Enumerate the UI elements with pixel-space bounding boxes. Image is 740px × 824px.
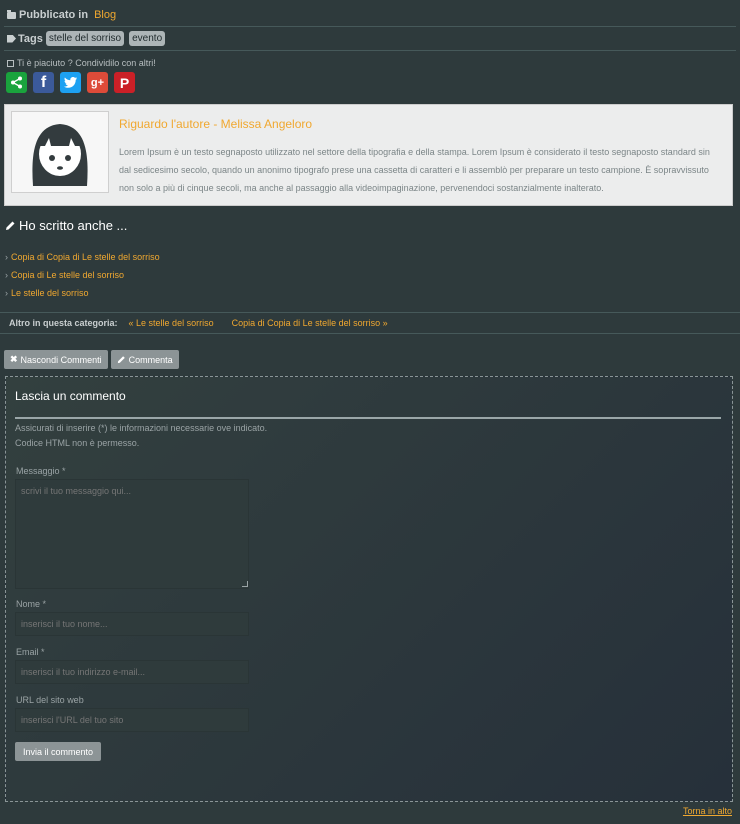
also-written-title: Ho scritto anche ... [5, 218, 127, 233]
back-to-top-link[interactable]: Torna in alto [683, 806, 732, 816]
share-icon [11, 76, 22, 89]
twitter-button[interactable] [60, 72, 81, 93]
tags-row: Tags stelle del sorriso evento [0, 27, 740, 50]
message-label: Messaggio * [16, 466, 66, 476]
tags-label: Tags [18, 32, 43, 45]
pencil-icon [117, 356, 125, 364]
facebook-button[interactable]: f [33, 72, 54, 93]
email-label: Email * [16, 647, 45, 657]
form-divider [15, 417, 721, 419]
google-plus-icon: g+ [90, 76, 105, 89]
author-avatar [11, 111, 109, 193]
form-note: Assicurati di inserire (*) le informazio… [15, 423, 268, 433]
author-title[interactable]: Riguardo l'autore - Melissa Angeloro [119, 117, 722, 131]
share-label: Ti è piaciuto ? Condividilo con altri! [17, 58, 156, 68]
published-row: Pubblicato in Blog [0, 0, 740, 26]
category-nav-label: Altro in questa categoria: [9, 318, 118, 328]
folder-icon [7, 9, 16, 19]
hide-comments-button[interactable]: ✖ Nascondi Commenti [4, 350, 108, 369]
avatar-icon [32, 124, 88, 186]
author-description: Lorem Ipsum è un testo segnaposto utiliz… [119, 147, 710, 193]
author-text: Riguardo l'autore - Melissa Angeloro Lor… [109, 105, 732, 205]
category-nav: Altro in questa categoria: « Le stelle d… [0, 312, 740, 334]
name-label: Nome * [16, 599, 47, 609]
social-buttons: f g+ P [0, 68, 740, 93]
published-label: Pubblicato in [19, 9, 89, 21]
resize-handle[interactable] [242, 581, 248, 587]
share-button[interactable] [6, 72, 27, 93]
list-item[interactable]: › Copia di Copia di Le stelle del sorriso [5, 248, 160, 266]
pinterest-button[interactable]: P [114, 72, 135, 93]
hide-comments-label: Nascondi Commenti [20, 354, 102, 365]
comment-actions: ✖ Nascondi Commenti Commenta [4, 350, 179, 369]
url-label: URL del sito web [16, 695, 84, 705]
author-box: Riguardo l'autore - Melissa Angeloro Lor… [4, 104, 733, 206]
chevron-right-icon: › [5, 270, 8, 280]
comment-label: Commenta [128, 354, 173, 365]
submit-comment-button[interactable]: Invia il commento [15, 742, 102, 761]
pinterest-icon: P [119, 74, 130, 91]
google-plus-button[interactable]: g+ [87, 72, 108, 93]
list-item[interactable]: › Copia di Le stelle del sorriso [5, 266, 160, 284]
url-input[interactable] [15, 708, 249, 732]
form-note: Codice HTML non è permesso. [15, 438, 140, 448]
article-link[interactable]: Le stelle del sorriso [11, 288, 89, 298]
comment-form: Lascia un commento Assicurati di inserir… [5, 376, 733, 802]
email-input[interactable] [15, 660, 249, 684]
image-icon [7, 59, 14, 67]
category-link[interactable]: Blog [94, 9, 116, 21]
list-item[interactable]: › Le stelle del sorriso [5, 284, 160, 302]
share-label-row: Ti è piaciuto ? Condividilo con altri! [0, 51, 740, 68]
message-textarea[interactable] [15, 479, 249, 589]
article-link[interactable]: Copia di Le stelle del sorriso [11, 270, 124, 280]
chevron-right-icon: › [5, 288, 8, 298]
pencil-icon [6, 221, 15, 230]
twitter-icon [64, 77, 77, 88]
facebook-icon: f [40, 73, 47, 91]
tag-chip[interactable]: evento [129, 31, 166, 46]
chevron-right-icon: › [5, 252, 8, 262]
also-written-list: › Copia di Copia di Le stelle del sorriso… [5, 248, 160, 302]
comment-button[interactable]: Commenta [110, 350, 179, 369]
name-input[interactable] [15, 612, 249, 636]
prev-article-link[interactable]: « Le stelle del sorriso [129, 318, 214, 328]
next-article-link[interactable]: Copia di Copia di Le stelle del sorriso … [232, 318, 388, 328]
form-title: Lascia un commento [15, 389, 126, 403]
also-written-label: Ho scritto anche ... [19, 218, 128, 233]
tag-chip[interactable]: stelle del sorriso [45, 31, 125, 46]
article-link[interactable]: Copia di Copia di Le stelle del sorriso [11, 252, 160, 262]
tag-icon [7, 34, 16, 43]
close-icon: ✖ [10, 354, 18, 364]
